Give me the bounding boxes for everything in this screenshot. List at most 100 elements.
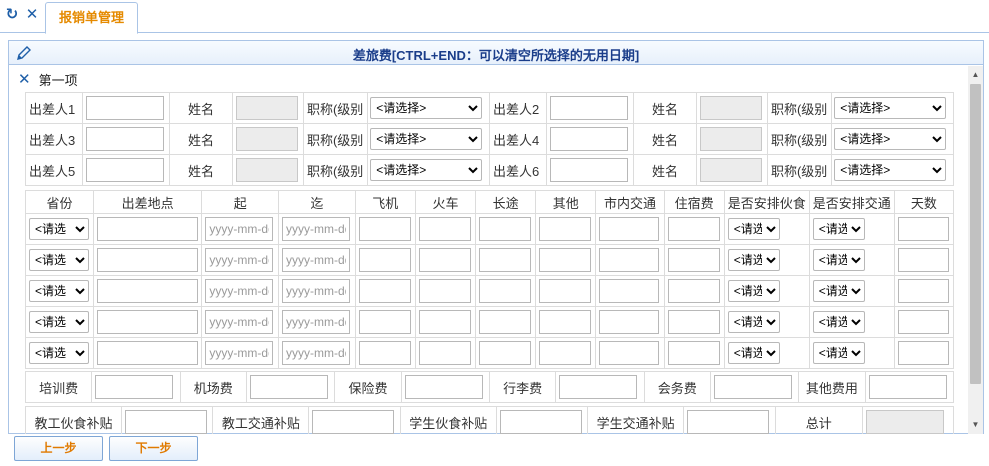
train-cell[interactable] bbox=[414, 275, 477, 307]
bus-input[interactable] bbox=[479, 248, 532, 272]
bus-cell[interactable] bbox=[475, 337, 537, 369]
days-input[interactable] bbox=[897, 279, 949, 303]
province-select[interactable]: <请选 bbox=[29, 249, 89, 271]
location-cell[interactable] bbox=[92, 275, 203, 307]
prev-step-button[interactable]: 上一步 bbox=[14, 436, 103, 461]
fee-input[interactable] bbox=[249, 375, 328, 399]
days-cell[interactable] bbox=[893, 244, 955, 276]
traveler-input-cell[interactable] bbox=[545, 154, 635, 186]
lodging-input[interactable] bbox=[667, 217, 720, 241]
fee-input[interactable] bbox=[713, 375, 792, 399]
city-transport-input[interactable] bbox=[599, 217, 660, 241]
form-scroll-area[interactable]: ✕ 第一项 出差人1 姓名 职称(级别 <请选择> 出差人2 姓名 职称(级别 <请选择> 出差… bbox=[9, 66, 983, 434]
fee-input[interactable] bbox=[559, 375, 638, 399]
start-date-input[interactable] bbox=[205, 279, 274, 303]
subsidy-input-cell[interactable] bbox=[495, 406, 589, 434]
bus-cell[interactable] bbox=[475, 213, 537, 245]
fee-input[interactable] bbox=[95, 375, 174, 399]
plane-input[interactable] bbox=[358, 279, 411, 303]
fee-input-cell[interactable] bbox=[555, 371, 645, 403]
location-input[interactable] bbox=[96, 310, 198, 334]
province-cell[interactable]: <请选 bbox=[25, 275, 94, 307]
other-cell[interactable] bbox=[535, 275, 597, 307]
meal-arranged-select[interactable]: <请选 bbox=[727, 249, 780, 271]
name-field[interactable] bbox=[235, 127, 298, 151]
transport-arranged-select[interactable]: <请选 bbox=[812, 249, 865, 271]
end-date-input[interactable] bbox=[282, 310, 351, 334]
traveler-input-cell[interactable] bbox=[81, 92, 171, 124]
city-transport-cell[interactable] bbox=[595, 306, 665, 338]
transport-arranged-select[interactable]: <请选 bbox=[812, 342, 865, 364]
title-select-cell[interactable]: <请选择> bbox=[831, 123, 954, 155]
subsidy-input-cell[interactable] bbox=[120, 406, 214, 434]
city-transport-input[interactable] bbox=[599, 341, 660, 365]
traveler-input[interactable] bbox=[549, 158, 628, 182]
start-date-cell[interactable] bbox=[201, 213, 280, 245]
start-date-cell[interactable] bbox=[201, 275, 280, 307]
location-cell[interactable] bbox=[92, 244, 203, 276]
subsidy-input[interactable] bbox=[687, 410, 770, 434]
lodging-cell[interactable] bbox=[663, 275, 725, 307]
location-input[interactable] bbox=[96, 341, 198, 365]
refresh-icon[interactable]: ↻ bbox=[4, 7, 20, 23]
plane-cell[interactable] bbox=[354, 275, 416, 307]
location-input[interactable] bbox=[96, 279, 198, 303]
fee-input[interactable] bbox=[868, 375, 947, 399]
train-cell[interactable] bbox=[414, 306, 477, 338]
meal-arranged-cell[interactable]: <请选 bbox=[723, 275, 810, 307]
bus-cell[interactable] bbox=[475, 244, 537, 276]
transport-arranged-cell[interactable]: <请选 bbox=[808, 275, 895, 307]
train-input[interactable] bbox=[418, 248, 471, 272]
traveler-input-cell[interactable] bbox=[545, 123, 635, 155]
start-date-input[interactable] bbox=[205, 310, 274, 334]
location-cell[interactable] bbox=[92, 337, 203, 369]
train-input[interactable] bbox=[418, 279, 471, 303]
traveler-input-cell[interactable] bbox=[81, 123, 171, 155]
train-cell[interactable] bbox=[414, 244, 477, 276]
fee-input-cell[interactable] bbox=[709, 371, 800, 403]
days-input[interactable] bbox=[897, 217, 949, 241]
subsidy-input-cell[interactable] bbox=[862, 406, 954, 434]
city-transport-cell[interactable] bbox=[595, 244, 665, 276]
end-date-cell[interactable] bbox=[278, 244, 356, 276]
start-date-cell[interactable] bbox=[201, 337, 280, 369]
meal-arranged-select[interactable]: <请选 bbox=[727, 280, 780, 302]
subsidy-input[interactable] bbox=[866, 410, 945, 434]
fee-input-cell[interactable] bbox=[400, 371, 490, 403]
title-select[interactable]: <请选择> bbox=[834, 97, 947, 119]
province-cell[interactable]: <请选 bbox=[25, 306, 94, 338]
province-select[interactable]: <请选 bbox=[29, 311, 89, 333]
plane-input[interactable] bbox=[358, 310, 411, 334]
plane-cell[interactable] bbox=[354, 244, 416, 276]
traveler-input-cell[interactable] bbox=[81, 154, 171, 186]
province-cell[interactable]: <请选 bbox=[25, 337, 94, 369]
fee-input-cell[interactable] bbox=[91, 371, 181, 403]
train-cell[interactable] bbox=[414, 337, 477, 369]
subsidy-input-cell[interactable] bbox=[308, 406, 401, 434]
start-date-input[interactable] bbox=[205, 341, 274, 365]
bus-input[interactable] bbox=[479, 341, 532, 365]
location-cell[interactable] bbox=[92, 306, 203, 338]
province-select[interactable]: <请选 bbox=[29, 280, 89, 302]
meal-arranged-select[interactable]: <请选 bbox=[727, 218, 780, 240]
transport-arranged-cell[interactable]: <请选 bbox=[808, 213, 895, 245]
bus-input[interactable] bbox=[479, 310, 532, 334]
train-input[interactable] bbox=[418, 341, 471, 365]
city-transport-cell[interactable] bbox=[595, 337, 665, 369]
province-select[interactable]: <请选 bbox=[29, 342, 89, 364]
other-input[interactable] bbox=[539, 217, 592, 241]
end-date-input[interactable] bbox=[282, 217, 351, 241]
days-cell[interactable] bbox=[893, 306, 955, 338]
title-select-cell[interactable]: <请选择> bbox=[367, 154, 490, 186]
end-date-cell[interactable] bbox=[278, 213, 356, 245]
meal-arranged-cell[interactable]: <请选 bbox=[723, 213, 810, 245]
plane-input[interactable] bbox=[358, 217, 411, 241]
subsidy-input-cell[interactable] bbox=[683, 406, 776, 434]
days-cell[interactable] bbox=[893, 213, 955, 245]
title-select-cell[interactable]: <请选择> bbox=[831, 154, 954, 186]
plane-input[interactable] bbox=[358, 248, 411, 272]
name-field[interactable] bbox=[699, 96, 762, 120]
days-cell[interactable] bbox=[893, 275, 955, 307]
transport-arranged-cell[interactable]: <请选 bbox=[808, 244, 895, 276]
start-date-input[interactable] bbox=[205, 248, 274, 272]
